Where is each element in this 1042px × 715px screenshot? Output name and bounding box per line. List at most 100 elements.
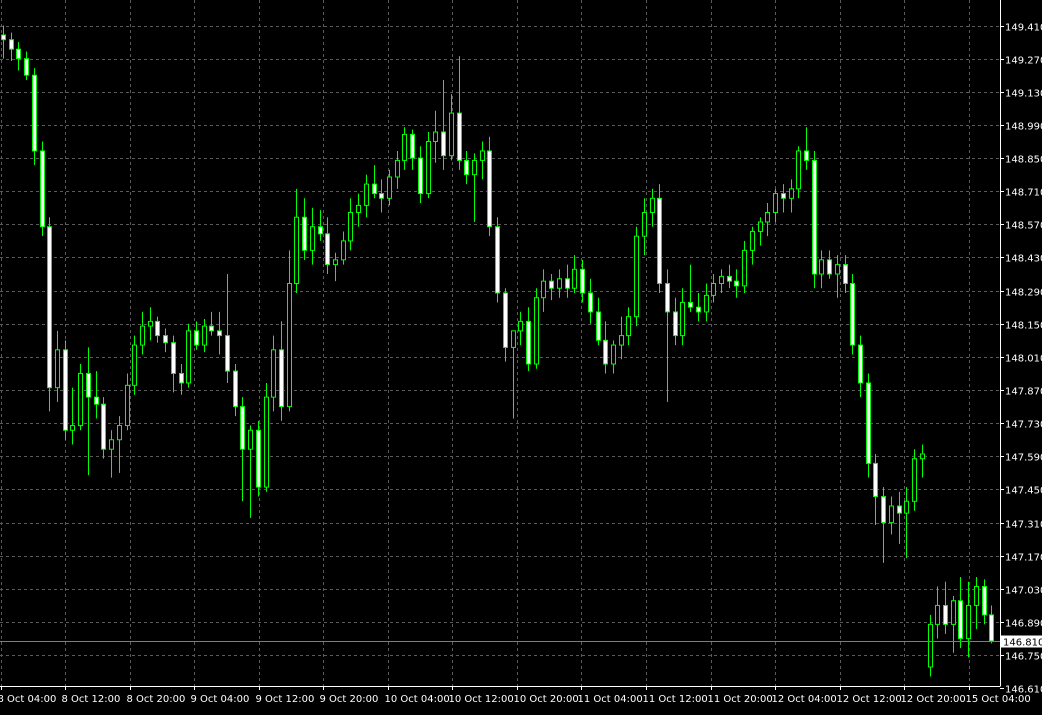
x-tick-label: 8 Oct 04:00 (0, 694, 56, 705)
candle (920, 444, 925, 478)
chart-canvas[interactable]: 149.410 149.270 149.130 148.990 148.850 148.7… (0, 0, 1042, 711)
candle-body (549, 280, 554, 289)
candle-body (9, 39, 14, 50)
candle (94, 371, 99, 419)
candle-body (109, 439, 114, 450)
candle-body (348, 212, 353, 242)
candle-body (495, 226, 500, 294)
candle (572, 255, 577, 293)
y-tick-label: 147.030 (1005, 586, 1042, 597)
candle (279, 321, 284, 421)
candle (294, 188, 299, 293)
candle-body (626, 316, 631, 337)
candle-body (418, 157, 423, 195)
candle-body (125, 384, 130, 427)
candle (256, 420, 261, 497)
candle-body (572, 268, 577, 289)
candle (433, 110, 438, 163)
candle (935, 586, 940, 639)
candle (982, 579, 987, 625)
candle (565, 264, 570, 298)
candle-body (395, 159, 400, 178)
y-tick-label: 148.150 (1005, 321, 1042, 332)
candle-body (186, 330, 191, 384)
candle-body (758, 221, 763, 232)
x-tick-label: 9 Oct 20:00 (320, 694, 379, 705)
candle-body (843, 264, 848, 285)
candle-body (642, 212, 647, 237)
x-tick-label: 10 Oct 20:00 (514, 694, 579, 705)
candle-body (248, 429, 253, 450)
x-tick-label: 10 Oct 12:00 (449, 694, 514, 705)
candle-body (32, 74, 37, 152)
y-tick-label: 149.270 (1005, 56, 1042, 67)
y-tick-label: 147.310 (1005, 520, 1042, 531)
candle-body (557, 278, 562, 289)
candle-body (379, 193, 384, 199)
candle-body (704, 294, 709, 313)
candle (773, 188, 778, 222)
candle-body (16, 48, 21, 60)
candle (402, 127, 407, 170)
candle-body (819, 259, 824, 275)
candle-body (680, 301, 685, 337)
candle-body (912, 458, 917, 502)
candle (742, 240, 747, 293)
candle-body (796, 150, 801, 190)
candle-body (596, 311, 601, 341)
candle (364, 174, 369, 218)
candle (217, 311, 222, 355)
y-tick-label: 148.990 (1005, 122, 1042, 133)
candle (372, 165, 377, 199)
candle-body (866, 382, 871, 464)
candle (657, 184, 662, 293)
current-price-marker: 146.810 (0, 635, 1042, 649)
y-tick-label: 148.290 (1005, 288, 1042, 299)
candle (958, 577, 963, 649)
candle-body (958, 600, 963, 640)
candle-body (835, 264, 840, 275)
candle (125, 373, 130, 431)
candle (310, 207, 315, 265)
candle-body (935, 604, 940, 625)
candle (518, 311, 523, 346)
candle-body (804, 150, 809, 161)
candle (765, 203, 770, 237)
candle (464, 150, 469, 185)
candle (989, 605, 994, 644)
x-tick-label: 8 Oct 20:00 (127, 694, 186, 705)
candle-body (171, 342, 176, 374)
candle (487, 136, 492, 237)
x-tick-label: 15 Oct 04:00 (966, 694, 1031, 705)
candle-body (989, 614, 994, 642)
candle (881, 487, 886, 563)
candle (804, 127, 809, 170)
candle (812, 150, 817, 289)
candle (541, 269, 546, 312)
candle (758, 217, 763, 246)
candle-body (858, 344, 863, 384)
candle (63, 340, 68, 440)
x-tick-label: 10 Oct 04:00 (385, 694, 450, 705)
candle (503, 288, 508, 362)
candle-body (63, 349, 68, 431)
candle (634, 226, 639, 327)
x-tick-label: 11 Oct 20:00 (708, 694, 773, 705)
candle (1, 25, 6, 59)
candle-body (94, 396, 99, 405)
y-tick-label: 149.130 (1005, 89, 1042, 100)
candle (850, 274, 855, 355)
candle-body (325, 233, 330, 266)
candle (109, 430, 114, 478)
candle (642, 198, 647, 256)
candle-body (387, 176, 392, 199)
candle (549, 274, 554, 301)
candle-body (402, 133, 407, 161)
price-chart[interactable]: 149.410 149.270 149.130 148.990 148.850 148.7… (0, 0, 1042, 711)
candle (526, 307, 531, 372)
candle-body (541, 280, 546, 299)
candle-body (634, 235, 639, 318)
candle-body (526, 320, 531, 365)
candle-body (850, 283, 855, 346)
candle (441, 79, 446, 170)
